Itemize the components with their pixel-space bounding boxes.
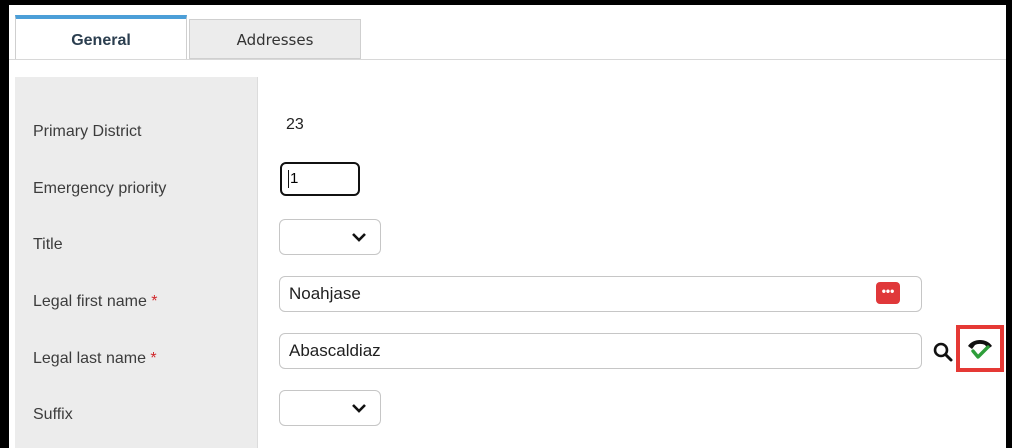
- verify-phone-button[interactable]: [956, 325, 1004, 372]
- legal-first-name-value: Noahjase: [289, 284, 361, 303]
- chevron-down-icon: [352, 404, 366, 413]
- window-frame-left: [0, 0, 9, 448]
- label-column: Primary District Emergency priority Titl…: [15, 77, 258, 448]
- emergency-priority-label: Emergency priority: [33, 180, 167, 197]
- required-marker: *: [150, 350, 157, 367]
- title-select[interactable]: [279, 219, 381, 255]
- search-icon[interactable]: [932, 341, 954, 363]
- general-form: Primary District Emergency priority Titl…: [9, 63, 1006, 448]
- legal-first-name-label-text: Legal first name: [33, 293, 147, 310]
- more-dots-icon[interactable]: •••: [876, 282, 900, 304]
- legal-last-name-value: Abascaldiaz: [289, 341, 381, 360]
- text-caret: [288, 170, 289, 189]
- tab-addresses[interactable]: Addresses: [189, 19, 361, 59]
- primary-district-label: Primary District: [33, 123, 142, 140]
- window-frame-right: [1006, 0, 1012, 448]
- emergency-priority-input[interactable]: 1: [280, 162, 360, 196]
- chevron-down-icon: [352, 233, 366, 242]
- legal-first-name-label: Legal first name *: [33, 293, 158, 311]
- title-label: Title: [33, 236, 63, 253]
- tab-bar: General Addresses: [9, 5, 1006, 63]
- suffix-label: Suffix: [33, 406, 73, 423]
- suffix-select[interactable]: [279, 390, 381, 426]
- required-marker: *: [151, 293, 158, 310]
- legal-last-name-label: Legal last name *: [33, 350, 157, 368]
- tab-general[interactable]: General: [15, 15, 187, 59]
- legal-last-name-field[interactable]: Abascaldiaz: [279, 333, 922, 369]
- legal-last-name-label-text: Legal last name: [33, 350, 146, 367]
- legal-first-name-field[interactable]: Noahjase: [279, 276, 922, 312]
- tab-divider: [9, 59, 1006, 60]
- phone-check-icon: [968, 340, 992, 359]
- primary-district-value: 23: [286, 116, 304, 133]
- emergency-priority-value: 1: [290, 170, 299, 187]
